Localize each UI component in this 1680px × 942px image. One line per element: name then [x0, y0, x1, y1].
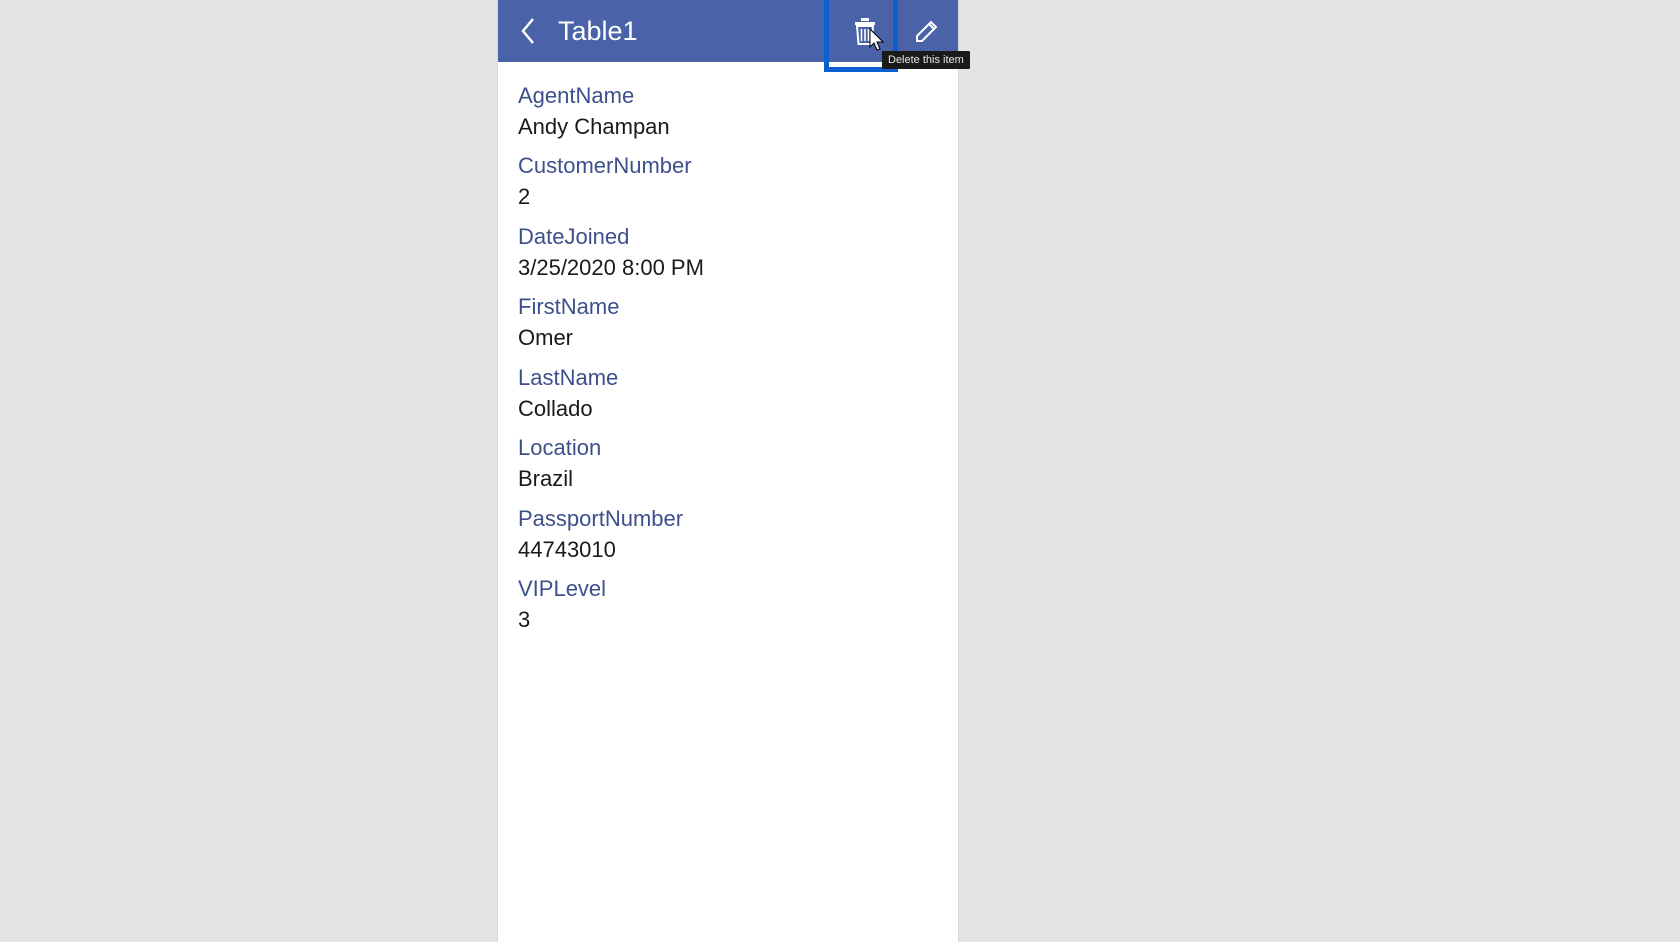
app-frame: Table1 — [498, 0, 958, 942]
field-value: Omer — [518, 322, 938, 354]
page-title: Table1 — [558, 16, 834, 47]
field-value: 3/25/2020 8:00 PM — [518, 252, 938, 284]
field-label: DateJoined — [518, 223, 938, 252]
field-value: Andy Champan — [518, 111, 938, 143]
field-lastname: LastName Collado — [518, 364, 938, 424]
field-viplevel: VIPLevel 3 — [518, 575, 938, 635]
field-firstname: FirstName Omer — [518, 293, 938, 353]
field-label: CustomerNumber — [518, 152, 938, 181]
detail-content: AgentName Andy Champan CustomerNumber 2 … — [498, 62, 958, 652]
pencil-icon — [914, 18, 940, 44]
field-value: Collado — [518, 393, 938, 425]
field-label: AgentName — [518, 82, 938, 111]
field-value: Brazil — [518, 463, 938, 495]
field-datejoined: DateJoined 3/25/2020 8:00 PM — [518, 223, 938, 283]
field-label: VIPLevel — [518, 575, 938, 604]
trash-icon — [852, 16, 878, 46]
field-passportnumber: PassportNumber 44743010 — [518, 505, 938, 565]
field-location: Location Brazil — [518, 434, 938, 494]
field-label: Location — [518, 434, 938, 463]
field-label: LastName — [518, 364, 938, 393]
field-label: PassportNumber — [518, 505, 938, 534]
field-value: 3 — [518, 604, 938, 636]
field-customernumber: CustomerNumber 2 — [518, 152, 938, 212]
field-label: FirstName — [518, 293, 938, 322]
field-agentname: AgentName Andy Champan — [518, 82, 938, 142]
chevron-left-icon — [520, 17, 536, 45]
tooltip: Delete this item — [882, 51, 970, 69]
back-button[interactable] — [498, 0, 558, 62]
field-value: 2 — [518, 181, 938, 213]
field-value: 44743010 — [518, 534, 938, 566]
